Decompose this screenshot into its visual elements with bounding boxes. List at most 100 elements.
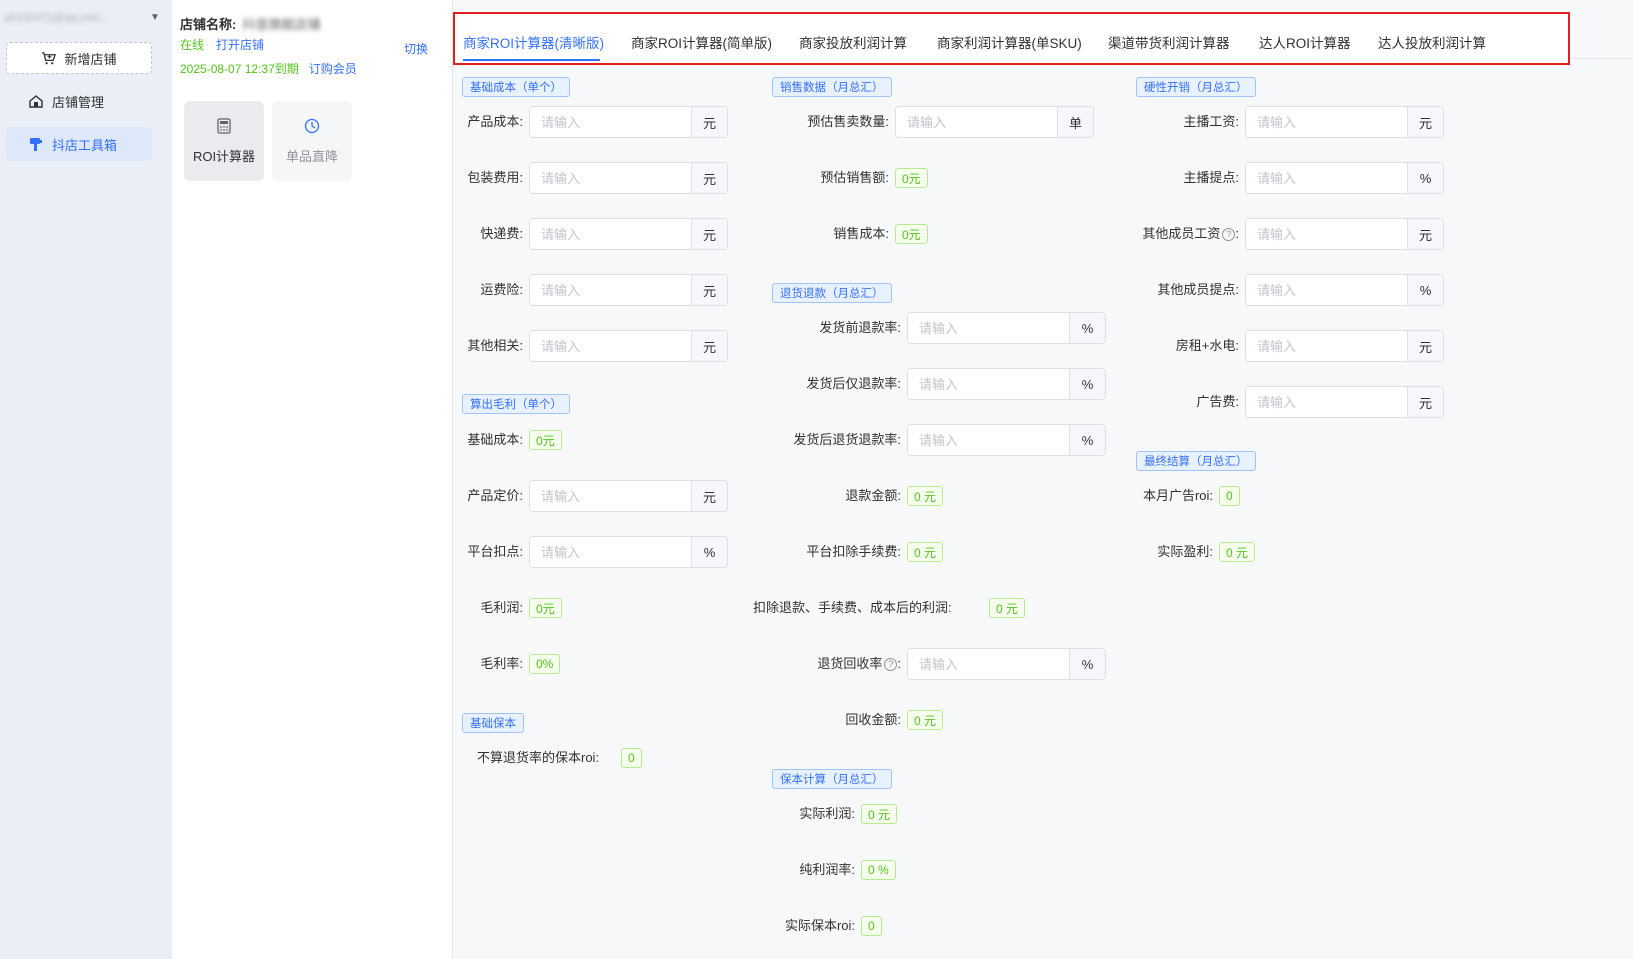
actual-roi-value: 0: [861, 916, 882, 936]
month-roi-label: 本月广告roi:: [1142, 488, 1213, 503]
tab-channel-profit[interactable]: 渠道带货利润计算器: [1108, 32, 1230, 52]
tool-label: 单品直降: [285, 148, 338, 164]
sidebar-item-shop-manage[interactable]: 店铺管理: [6, 84, 152, 118]
tool-price-drop[interactable]: 单品直降: [272, 101, 352, 181]
post-ship-return-input[interactable]: [908, 425, 1069, 455]
sidebar-item-label: 店铺管理: [52, 94, 105, 110]
subscribe-link[interactable]: 订购会员: [309, 60, 357, 77]
anchor-commission-field: %: [1245, 162, 1444, 194]
express-field: 元: [529, 218, 728, 250]
profit-after-label: 扣除退款、手续费、成本后的利润:: [753, 600, 952, 615]
freight-insurance-input[interactable]: [530, 275, 691, 305]
unit-percent: %: [1069, 425, 1105, 455]
breakeven-roi-label: 不算退货率的保本roi:: [477, 750, 600, 765]
rent-field: 元: [1245, 330, 1444, 362]
anchor-commission-input[interactable]: [1246, 163, 1407, 193]
anchor-salary-input[interactable]: [1246, 107, 1407, 137]
anchor-salary-field: 元: [1245, 106, 1444, 138]
unit-yuan: 元: [1407, 387, 1443, 417]
tool-roi-calculator[interactable]: ROI计算器: [184, 101, 264, 181]
product-cost-label: 产品成本:: [467, 114, 523, 129]
clock-icon: [304, 118, 320, 133]
actual-gain-label: 实际盈利:: [1157, 544, 1213, 559]
platform-fee-input[interactable]: [530, 537, 691, 567]
tabs-divider: [1570, 58, 1633, 59]
tab-influencer-ad-profit[interactable]: 达人投放利润计算: [1378, 32, 1486, 52]
other-commission-field: %: [1245, 274, 1444, 306]
product-cost-input[interactable]: [530, 107, 691, 137]
section-breakeven: 基础保本: [462, 713, 524, 733]
anchor-commission-label: 主播提点:: [1183, 170, 1239, 185]
sidebar-item-toolbox[interactable]: 抖店工具箱: [6, 127, 152, 161]
tab-merchant-roi-simple[interactable]: 商家ROI计算器(简单版): [631, 32, 772, 52]
sidebar-item-label: 抖店工具箱: [52, 137, 118, 153]
other-salary-input[interactable]: [1246, 219, 1407, 249]
section-sales-data: 销售数据（月总汇）: [772, 77, 892, 97]
toolbox-icon: [30, 138, 42, 151]
shop-name: 店铺名称: 抖音旗舰店铺: [180, 14, 320, 33]
help-icon[interactable]: ?: [884, 658, 898, 672]
post-ship-refund-input[interactable]: [908, 369, 1069, 399]
add-shop-button[interactable]: 新增店铺: [6, 42, 152, 74]
tab-merchant-ad-profit[interactable]: 商家投放利润计算: [799, 32, 907, 52]
est-qty-input[interactable]: [896, 107, 1057, 137]
platform-fee-deduct-value: 0 元: [907, 542, 944, 562]
unit-percent: %: [1069, 313, 1105, 343]
ads-input[interactable]: [1246, 387, 1407, 417]
recovery-rate-input[interactable]: [908, 649, 1069, 679]
tab-merchant-profit-sku[interactable]: 商家利润计算器(单SKU): [937, 32, 1082, 52]
est-sales-label: 预估销售额:: [820, 170, 889, 185]
other-commission-input[interactable]: [1246, 275, 1407, 305]
shop-panel: 店铺名称: 抖音旗舰店铺 在线 打开店铺 切换 2025-08-07 12:37…: [172, 0, 452, 959]
status-badge: 在线: [180, 38, 205, 52]
express-input[interactable]: [530, 219, 691, 249]
unit-yuan: 元: [691, 481, 727, 511]
help-icon[interactable]: ?: [1222, 228, 1236, 242]
ads-label: 广告费:: [1196, 394, 1239, 409]
tab-merchant-roi-clear[interactable]: 商家ROI计算器(清晰版): [463, 32, 604, 52]
shop-name-label: 店铺名称:: [180, 17, 237, 32]
platform-fee-field: %: [529, 536, 728, 568]
rent-input[interactable]: [1246, 331, 1407, 361]
section-breakeven-calc: 保本计算（月总汇）: [772, 769, 892, 789]
account-email[interactable]: a0150472@qq.com...: [4, 12, 164, 32]
est-qty-label: 预估售卖数量:: [807, 114, 889, 129]
price-input[interactable]: [530, 481, 691, 511]
recovery-amount-value: 0 元: [907, 710, 944, 730]
express-label: 快递费:: [480, 226, 523, 241]
freight-insurance-label: 运费险:: [480, 282, 523, 297]
calculator-icon: [217, 117, 231, 134]
base-cost-total-label: 基础成本:: [467, 432, 523, 447]
active-tab-indicator: [463, 59, 600, 61]
refund-amount-label: 退款金额:: [845, 488, 901, 503]
shop-status-row: 在线 打开店铺: [180, 36, 264, 53]
unit-percent: %: [1069, 649, 1105, 679]
base-cost-total-value: 0元: [529, 430, 562, 450]
switch-shop-link[interactable]: 切换: [404, 40, 428, 57]
recovery-rate-field: %: [907, 648, 1106, 680]
unit-yuan: 元: [1407, 107, 1443, 137]
sales-cost-value: 0元: [895, 224, 928, 244]
month-roi-value: 0: [1219, 486, 1240, 506]
caret-down-icon[interactable]: ▼: [150, 12, 160, 23]
section-gross-profit: 算出毛利（单个）: [462, 394, 570, 414]
cart-icon: [42, 51, 57, 64]
open-shop-link[interactable]: 打开店铺: [216, 36, 264, 53]
unit-percent: %: [1069, 369, 1105, 399]
unit-yuan: 元: [691, 219, 727, 249]
shop-icon: [29, 95, 43, 108]
unit-percent: %: [1407, 275, 1443, 305]
ads-field: 元: [1245, 386, 1444, 418]
tab-influencer-roi[interactable]: 达人ROI计算器: [1259, 32, 1351, 52]
post-ship-refund-label: 发货后仅退款率:: [806, 376, 901, 391]
pre-ship-refund-input[interactable]: [908, 313, 1069, 343]
other-cost-field: 元: [529, 330, 728, 362]
actual-profit-value: 0 元: [861, 804, 898, 824]
unit-yuan: 元: [1407, 331, 1443, 361]
other-cost-input[interactable]: [530, 331, 691, 361]
calculator-tabs: 商家ROI计算器(清晰版) 商家ROI计算器(简单版) 商家投放利润计算 商家利…: [453, 12, 1570, 65]
unit-order: 单: [1057, 107, 1093, 137]
packaging-input[interactable]: [530, 163, 691, 193]
net-margin-label: 纯利润率:: [799, 862, 855, 877]
post-ship-return-field: %: [907, 424, 1106, 456]
